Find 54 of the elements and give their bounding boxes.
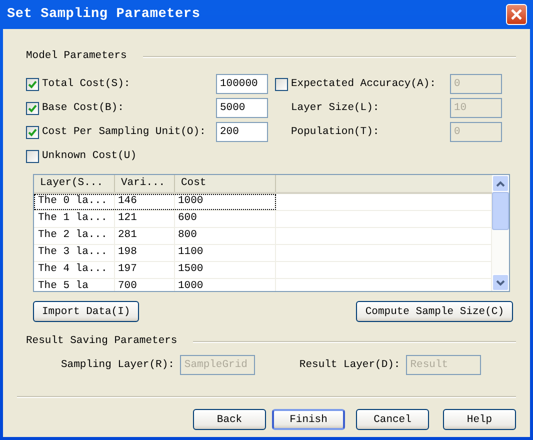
window-title: Set Sampling Parameters <box>7 7 200 22</box>
input-field[interactable]: 100000 <box>216 74 268 94</box>
field-label: Result Layer(D): <box>299 359 400 371</box>
section-title: Result Saving Parameters <box>26 335 178 347</box>
table-cell: The 1 la... <box>34 211 115 227</box>
close-button[interactable] <box>506 4 527 25</box>
chevron-down-icon <box>496 280 505 286</box>
table-cell: The 2 la... <box>34 228 115 244</box>
input-field[interactable]: 5000 <box>216 98 268 118</box>
table-cell: 700 <box>115 279 175 291</box>
table-cell: 800 <box>175 228 276 244</box>
chevron-up-icon <box>496 180 505 186</box>
close-icon <box>510 8 523 21</box>
checkbox[interactable] <box>26 78 39 90</box>
dialog-button[interactable]: Cancel <box>356 409 429 430</box>
dialog-button[interactable]: Finish <box>272 409 345 430</box>
scroll-thumb[interactable] <box>492 192 509 230</box>
checkbox-label: Unknown Cost(U) <box>42 150 137 162</box>
field-label: Base Cost(B): <box>42 102 124 114</box>
checkbox[interactable] <box>26 102 39 114</box>
scroll-up-button[interactable] <box>492 175 509 192</box>
table-cell: 1100 <box>175 245 276 261</box>
column-header[interactable]: Cost <box>175 175 276 192</box>
field-label: Total Cost(S): <box>42 78 130 90</box>
table-cell: The 5 la <box>34 279 115 291</box>
action-button[interactable]: Import Data(I) <box>33 301 140 322</box>
checkbox[interactable] <box>26 126 39 138</box>
scroll-down-button[interactable] <box>492 274 509 291</box>
table-cell: 197 <box>115 262 175 278</box>
action-button[interactable]: Compute Sample Size(C) <box>356 301 513 322</box>
table-cell: 600 <box>175 211 276 227</box>
table-cell: 1000 <box>175 194 276 210</box>
section-title: Model Parameters <box>26 50 127 62</box>
table-cell: The 0 la... <box>34 194 115 210</box>
table-cell: 121 <box>115 211 175 227</box>
field-label: Expectated Accuracy(A): <box>291 78 436 90</box>
column-header[interactable]: Vari... <box>115 175 175 192</box>
checkbox[interactable] <box>26 150 39 162</box>
input-field[interactable]: 200 <box>216 122 268 142</box>
table-cell: 281 <box>115 228 175 244</box>
table-cell: The 4 la... <box>34 262 115 278</box>
field-label: Cost Per Sampling Unit(O): <box>42 126 206 138</box>
field-label: Sampling Layer(R): <box>61 359 174 371</box>
table-cell: 198 <box>115 245 175 261</box>
table-cell: The 3 la... <box>34 245 115 261</box>
table-cell: 1500 <box>175 262 276 278</box>
scrollbar[interactable] <box>492 175 509 291</box>
field-label: Layer Size(L): <box>290 102 380 114</box>
column-header[interactable]: Layer(S... <box>34 175 115 192</box>
field-label: Population(T): <box>290 126 380 138</box>
dialog-button[interactable]: Help <box>443 409 516 430</box>
table-cell: 146 <box>115 194 175 210</box>
dialog-button[interactable]: Back <box>193 409 266 430</box>
table-cell: 1000 <box>175 279 276 291</box>
